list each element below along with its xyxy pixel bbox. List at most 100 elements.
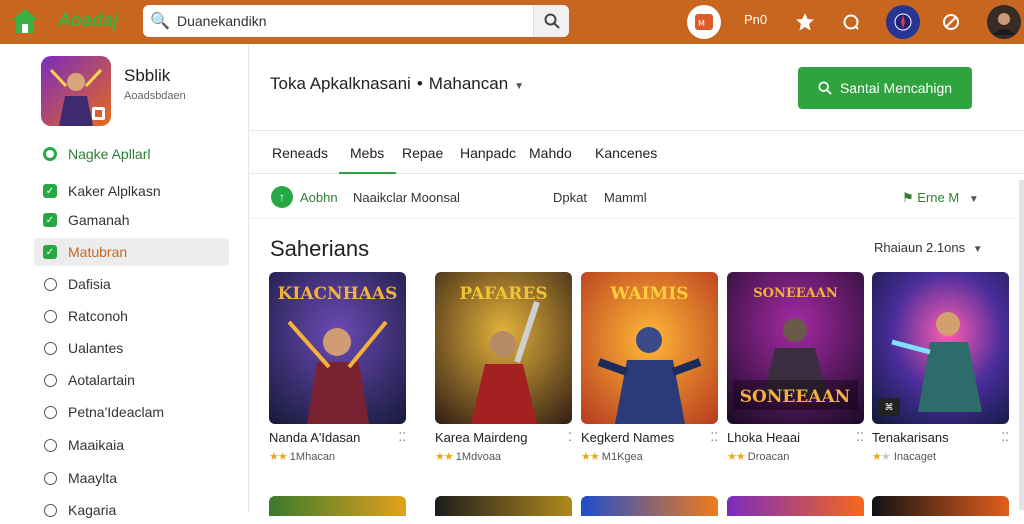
- more-options-icon[interactable]: ⁚⁚: [1001, 430, 1009, 445]
- app-subtitle: Aoadsbdaen: [124, 90, 186, 102]
- search-bar: 🔍: [143, 5, 569, 37]
- chat-icon[interactable]: [834, 5, 868, 39]
- game-card-peek[interactable]: [872, 496, 1009, 516]
- sidebar-item-6[interactable]: Ualantes: [34, 334, 229, 362]
- search-button[interactable]: [533, 5, 569, 37]
- circle-icon: [42, 276, 58, 292]
- game-title: Tenakarisans: [872, 430, 949, 445]
- game-title: Karea Mairdeng: [435, 430, 528, 445]
- game-card[interactable]: SONEEAAN SONEEAAN Lhoka Heaai ⁚⁚ ★★ Droac…: [727, 272, 864, 463]
- star-icon[interactable]: [788, 5, 822, 39]
- game-card-peek[interactable]: [727, 496, 864, 516]
- svg-text:M: M: [698, 19, 705, 28]
- search-icon: [818, 81, 832, 95]
- sidebar-item-2[interactable]: ✓ Gamanah: [34, 206, 229, 234]
- circle-icon: [42, 340, 58, 356]
- sort-dropdown[interactable]: Rhaiaun 2.1ons ▼: [874, 240, 983, 255]
- circle-icon: [42, 404, 58, 420]
- check-icon: ✓: [42, 212, 58, 228]
- rating: ★★ Inacaget: [872, 451, 937, 463]
- app-name: Sbblik: [124, 66, 171, 85]
- chevron-down-icon: ▼: [972, 244, 983, 255]
- filter-chip-b[interactable]: Naaikclar Moonsal: [353, 190, 460, 205]
- game-card-peek[interactable]: [435, 496, 572, 516]
- compass-icon[interactable]: [886, 5, 920, 39]
- sidebar-item-label: Kagaria: [68, 502, 117, 518]
- primary-action-button[interactable]: Santai Mencahign: [798, 67, 972, 109]
- home-logo-icon[interactable]: [10, 6, 40, 36]
- avatar[interactable]: [987, 5, 1021, 39]
- filter-chip-a[interactable]: Aobhn: [300, 190, 338, 205]
- app-thumbnail[interactable]: [41, 56, 111, 126]
- sidebar-item-label: Petna'Ideaclam: [68, 404, 165, 420]
- tab-bar: Reneads Mebs Repae Hanpadc Mahdo Kancene…: [250, 130, 1024, 174]
- circle-icon: [42, 308, 58, 324]
- platform-badge-icon: ⌘: [878, 398, 900, 416]
- game-title: Kegkerd Names: [581, 430, 675, 445]
- rating: ★★ M1Kgea: [581, 451, 643, 463]
- sidebar-item-0[interactable]: Nagke Apllarl: [34, 140, 229, 168]
- sidebar-item-3[interactable]: ✓ Matubran: [34, 238, 229, 266]
- tab-0[interactable]: Reneads: [272, 145, 328, 161]
- circle-icon: [42, 470, 58, 486]
- filter-badge-icon[interactable]: ↑: [271, 186, 293, 208]
- circle-icon: [42, 372, 58, 388]
- sidebar-item-label: Gamanah: [68, 212, 130, 228]
- brand-name[interactable]: Aoadaj: [58, 10, 118, 31]
- tab-4[interactable]: Mahdo: [529, 145, 572, 161]
- filter-chip-d[interactable]: Mamml: [604, 190, 647, 205]
- tab-2[interactable]: Repae: [402, 145, 443, 161]
- game-thumbnail[interactable]: ⌘: [872, 272, 1009, 424]
- game-card[interactable]: ⌘ Tenakarisans ⁚⁚ ★★ Inacaget: [872, 272, 1009, 463]
- sidebar-item-5[interactable]: Ratconoh: [34, 302, 229, 330]
- ring-icon: [42, 146, 58, 162]
- game-card-peek[interactable]: [269, 496, 406, 516]
- search-input[interactable]: [177, 13, 533, 29]
- sidebar-item-9[interactable]: Maaikaia: [34, 431, 229, 459]
- settings-icon[interactable]: [934, 5, 968, 39]
- game-thumbnail[interactable]: WAIMIS: [581, 272, 718, 424]
- sidebar-item-label: Maaylta: [68, 470, 118, 486]
- rating: ★★ 1Mdvoaa: [435, 451, 502, 463]
- notification-app-icon[interactable]: M: [687, 5, 721, 39]
- game-thumbnail[interactable]: SONEEAAN SONEEAAN: [727, 272, 864, 424]
- game-card-peek[interactable]: [581, 496, 718, 516]
- top-bar: Aoadaj 🔍 M Pn0: [0, 0, 1024, 44]
- more-options-icon[interactable]: ⁚: [568, 430, 572, 445]
- game-thumbnail[interactable]: KIACNHAAS: [269, 272, 406, 424]
- section-title: Saherians: [270, 236, 370, 261]
- more-options-icon[interactable]: ⁚⁚: [710, 430, 718, 445]
- filter-chip-c[interactable]: Dpkat: [553, 190, 587, 205]
- filter-row: ↑ Aobhn Naaikclar Moonsal Dpkat Mamml ⚑ …: [250, 175, 1024, 219]
- sidebar-item-1[interactable]: ✓ Kaker Alplkasn: [34, 177, 229, 205]
- scrollbar[interactable]: [1019, 180, 1024, 510]
- tab-3[interactable]: Hanpadc: [460, 145, 516, 161]
- breadcrumb-current[interactable]: Mahancan: [429, 74, 508, 93]
- game-logo-text: PAFARES: [459, 284, 548, 304]
- game-card[interactable]: PAFARES Karea Mairdeng ⁚ ★★ 1Mdvoaa: [435, 272, 572, 463]
- flag-icon: ⚑: [902, 190, 914, 205]
- rating: ★★ 1Mhacan: [269, 451, 336, 463]
- sidebar-item-label: Matubran: [68, 244, 128, 260]
- sidebar-item-10[interactable]: Maaylta: [34, 464, 229, 492]
- sidebar-item-4[interactable]: Dafisia: [34, 270, 229, 298]
- chevron-down-icon[interactable]: ▼: [514, 81, 524, 92]
- game-card[interactable]: WAIMIS Kegkerd Names ⁚⁚ ★★ M1Kgea: [581, 272, 718, 463]
- game-card[interactable]: KIACNHAAS Nanda A'Idasan ⁚⁚ ★★ 1Mhacan: [269, 272, 406, 463]
- sidebar-item-11[interactable]: Kagaria: [34, 496, 229, 524]
- more-options-icon[interactable]: ⁚⁚: [856, 430, 864, 445]
- search-icon: 🔍: [150, 13, 170, 30]
- sidebar-item-7[interactable]: Aotalartain: [34, 366, 229, 394]
- sidebar-item-label: Nagke Apllarl: [68, 146, 151, 162]
- game-thumbnail[interactable]: PAFARES: [435, 272, 572, 424]
- game-logo-text: SONEEAAN: [753, 286, 838, 301]
- svg-text:SONEEAAN: SONEEAAN: [740, 387, 850, 407]
- filter-right-toggle[interactable]: ⚑ Erne M ▼: [902, 190, 979, 206]
- tab-1[interactable]: Mebs: [350, 145, 384, 161]
- check-icon: ✓: [42, 183, 58, 199]
- more-options-icon[interactable]: ⁚⁚: [398, 430, 406, 445]
- user-label[interactable]: Pn0: [744, 12, 767, 27]
- breadcrumb-root[interactable]: Toka Apkalknasani: [270, 74, 411, 93]
- sidebar-item-8[interactable]: Petna'Ideaclam: [34, 398, 229, 426]
- tab-5[interactable]: Kancenes: [595, 145, 657, 161]
